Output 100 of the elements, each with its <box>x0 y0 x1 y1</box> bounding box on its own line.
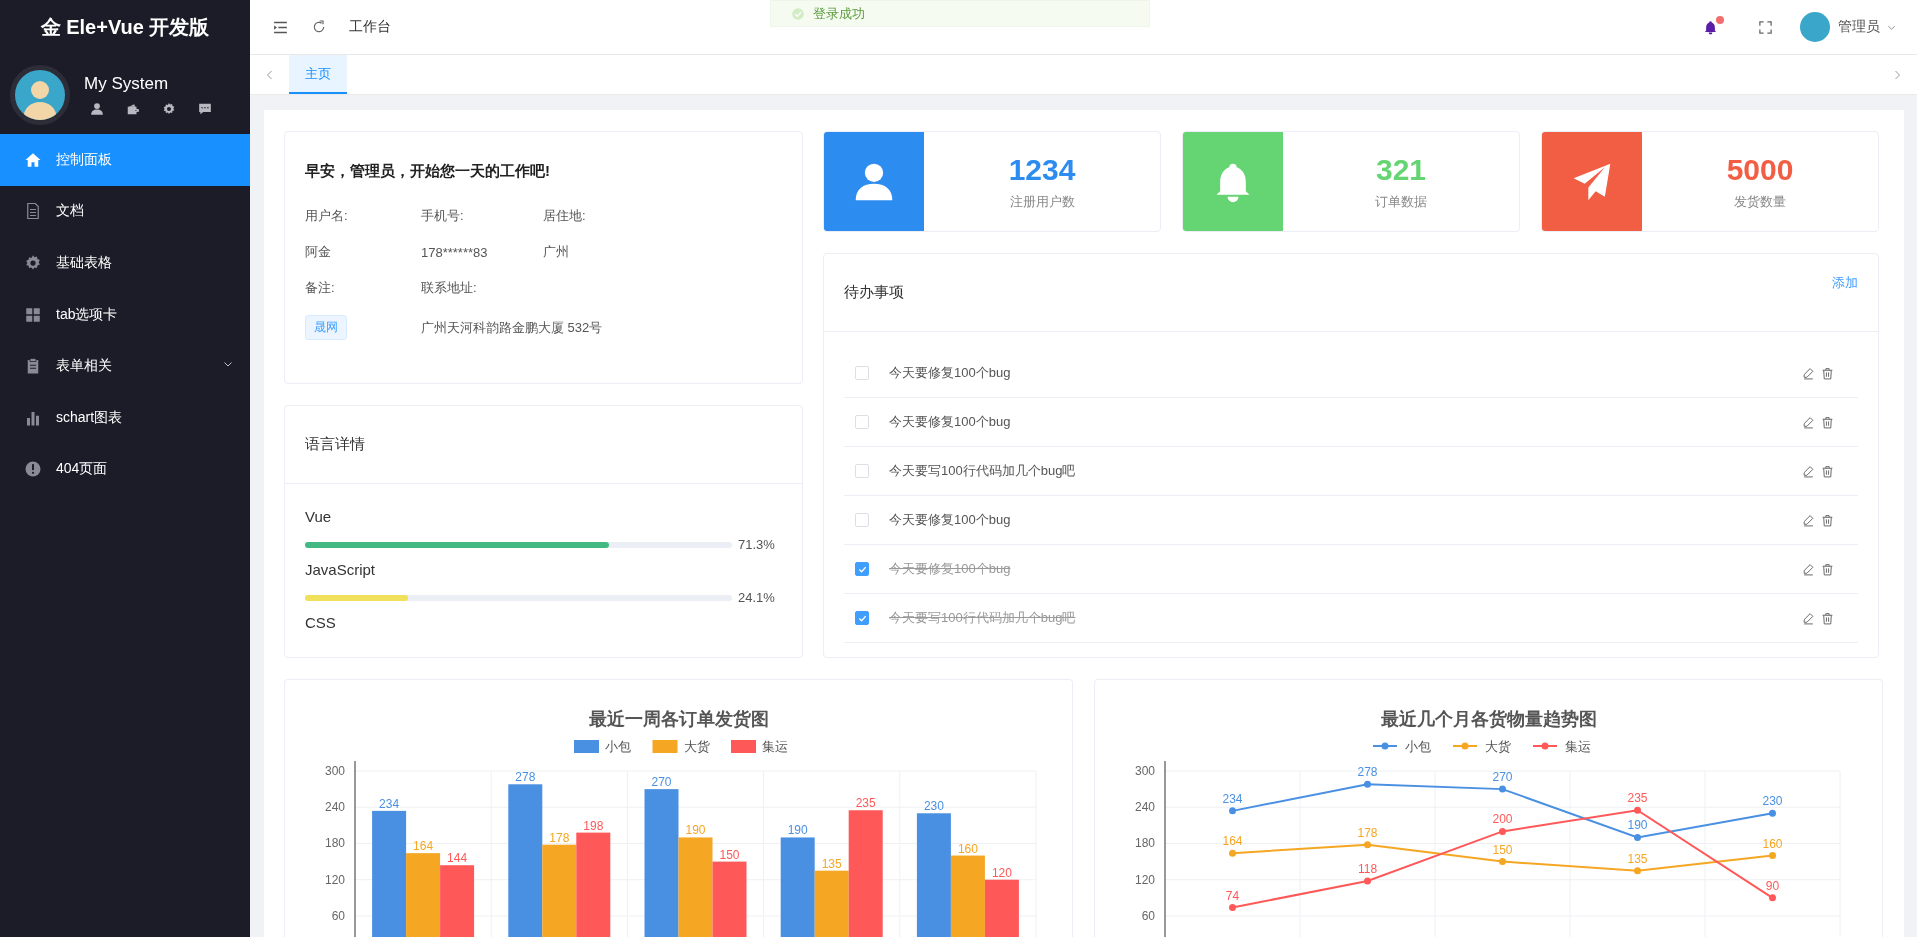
axis-tick-label: 60 <box>1141 908 1155 923</box>
checkbox[interactable] <box>855 562 869 576</box>
percentage: 24.1% <box>738 590 776 605</box>
legend-item[interactable]: 小包 <box>574 739 631 754</box>
edit-icon[interactable] <box>1802 611 1815 625</box>
avatar[interactable] <box>1800 12 1830 42</box>
data-label: 120 <box>991 865 1012 880</box>
fullscreen-icon[interactable] <box>1758 19 1773 35</box>
sidebar-item[interactable]: 基础表格 <box>0 237 250 289</box>
delete-icon[interactable] <box>1821 562 1834 576</box>
language-name: Vue <box>305 508 333 525</box>
data-label: 135 <box>821 856 842 871</box>
field-label: 居住地: <box>543 207 587 225</box>
legend-label: 小包 <box>1405 739 1431 754</box>
data-point <box>1364 841 1371 849</box>
data-label: 164 <box>1222 834 1243 849</box>
legend-item[interactable]: 集运 <box>1532 739 1591 754</box>
settings-icon[interactable] <box>162 101 176 116</box>
data-label: 190 <box>685 823 706 838</box>
data-label: 230 <box>1762 794 1783 809</box>
field-value: 178******83 <box>421 244 489 260</box>
data-point <box>1229 807 1236 815</box>
edit-icon[interactable] <box>1802 366 1815 380</box>
data-label: 270 <box>651 775 672 790</box>
card-title: 语言详情 <box>285 406 802 484</box>
greeting: 早安，管理员，开始您一天的工作吧! <box>305 162 551 181</box>
delete-icon[interactable] <box>1821 611 1834 625</box>
breadcrumb: 工作台 <box>349 18 391 36</box>
edit-icon[interactable] <box>1802 415 1815 429</box>
user-menu[interactable]: 管理员 <box>1838 18 1897 36</box>
document-icon <box>24 202 42 221</box>
data-point <box>1769 809 1776 817</box>
data-point <box>1499 785 1506 793</box>
profile-name: My System <box>84 73 170 94</box>
sidebar-item[interactable]: 文档 <box>0 185 250 238</box>
field-label: 用户名: <box>305 207 349 225</box>
grid-icon <box>24 305 42 324</box>
sidebar-item[interactable]: schart图表 <box>0 391 250 444</box>
delete-icon[interactable] <box>1821 366 1834 380</box>
percentage: 71.3% <box>738 537 776 552</box>
check-icon <box>791 6 805 21</box>
legend-label: 大货 <box>1485 739 1511 754</box>
axis-tick-label: 60 <box>331 908 345 923</box>
edit-icon[interactable] <box>1802 464 1815 478</box>
data-point <box>1769 894 1776 902</box>
data-point <box>1364 780 1371 788</box>
sidebar-item[interactable]: 404页面 <box>0 443 250 496</box>
language-name: JavaScript <box>305 561 377 578</box>
stat-label: 订单数据 <box>1375 192 1427 211</box>
legend-item[interactable]: 大货 <box>652 739 710 754</box>
data-label: 234 <box>379 796 400 811</box>
legend-item[interactable]: 小包 <box>1372 739 1431 754</box>
stat-value: 5000 <box>1726 152 1794 187</box>
axis-tick-label: 180 <box>324 836 345 851</box>
checkbox[interactable] <box>855 611 869 625</box>
sidebar-item[interactable]: 表单相关 <box>0 340 250 392</box>
data-label: 190 <box>787 823 808 838</box>
tag: 晟网 <box>305 315 347 340</box>
card-title: 待办事项 <box>844 283 904 302</box>
todo-text: 今天要修复100个bug <box>889 560 1012 578</box>
sidebar-item[interactable]: tab选项卡 <box>0 288 250 341</box>
bar <box>984 879 1019 937</box>
data-label: 234 <box>1222 791 1243 806</box>
edit-icon[interactable] <box>1802 513 1815 527</box>
data-point <box>1229 849 1236 857</box>
edit-icon[interactable] <box>1802 562 1815 576</box>
data-point <box>1364 877 1371 885</box>
delete-icon[interactable] <box>1821 415 1834 429</box>
axis-tick-label: 120 <box>324 872 345 887</box>
check-icon <box>857 613 867 623</box>
data-label: 135 <box>1627 851 1648 866</box>
data-label: 278 <box>515 770 536 785</box>
delete-icon[interactable] <box>1821 464 1834 478</box>
chart-title: 最近一周各订单发货图 <box>588 709 769 729</box>
toast-message: 登录成功 <box>770 0 1150 27</box>
data-point <box>1499 858 1506 866</box>
field-label: 备注: <box>305 279 336 297</box>
stat-label: 发货数量 <box>1734 192 1786 211</box>
data-label: 74 <box>1225 888 1240 903</box>
language-name: CSS <box>305 614 337 631</box>
chat-icon[interactable] <box>198 101 212 116</box>
legend-item[interactable]: 集运 <box>731 739 788 754</box>
data-label: 160 <box>1762 836 1783 851</box>
axis-tick-label: 180 <box>1134 836 1155 851</box>
legend-item[interactable]: 大货 <box>1452 739 1511 754</box>
axis-tick-label: 240 <box>1134 800 1155 815</box>
data-label: 118 <box>1357 861 1378 876</box>
bell-icon[interactable] <box>1703 19 1718 35</box>
field-value: 广州天河科韵路金鹏大厦 532号 <box>421 318 604 337</box>
data-label: 230 <box>923 799 944 814</box>
data-label: 198 <box>583 818 604 833</box>
data-point <box>1634 833 1641 841</box>
todo-text: 今天要修复100个bug <box>889 511 1012 529</box>
delete-icon[interactable] <box>1821 513 1834 527</box>
data-label: 144 <box>447 851 468 866</box>
data-label: 200 <box>1492 812 1513 827</box>
refresh-icon[interactable] <box>311 19 327 35</box>
data-point <box>1499 827 1506 835</box>
user-icon[interactable] <box>90 101 104 116</box>
field-value: 广州 <box>543 243 570 261</box>
